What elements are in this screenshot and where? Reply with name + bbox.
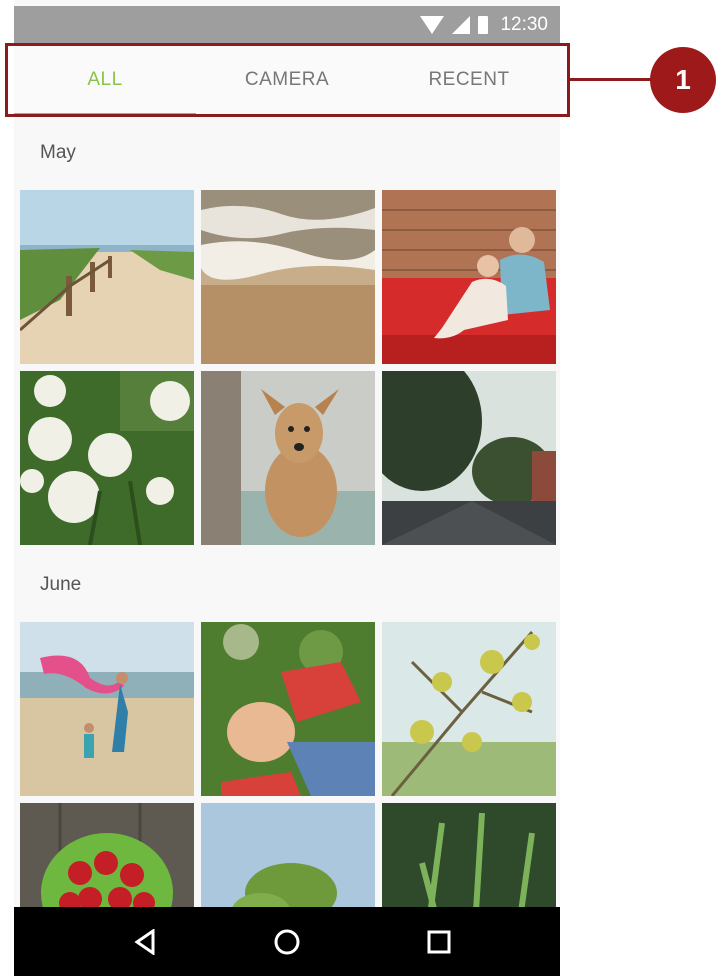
navigation-bar: [14, 907, 560, 976]
back-triangle-icon: [134, 928, 155, 955]
signal-icon: [452, 16, 471, 34]
callout-badge: 1: [650, 47, 716, 113]
photo-dog-portrait[interactable]: [201, 371, 375, 545]
photo-street-trees[interactable]: [382, 371, 556, 545]
photo-beach-scarf[interactable]: [20, 622, 194, 796]
status-icons: 12:30: [420, 6, 548, 44]
status-time: 12:30: [500, 14, 548, 35]
back-button[interactable]: [105, 907, 185, 976]
section-title-june: June: [40, 574, 82, 595]
photo-blossom-branch[interactable]: [382, 622, 556, 796]
recents-button[interactable]: [399, 907, 479, 976]
photo-mother-child-reading[interactable]: [382, 190, 556, 364]
status-bar: 12:30: [14, 6, 560, 44]
home-button[interactable]: [247, 907, 327, 976]
photo-ocean-waves[interactable]: [201, 190, 375, 364]
callout-connector-line: [570, 78, 656, 81]
photo-beach-path[interactable]: [20, 190, 194, 364]
recents-square-icon: [427, 930, 451, 953]
photo-grid-may: [20, 190, 556, 545]
photo-white-flowers[interactable]: [20, 371, 194, 545]
home-circle-icon: [274, 929, 300, 954]
battery-icon: [478, 16, 489, 34]
photo-child-in-grass[interactable]: [201, 622, 375, 796]
section-title-may: May: [40, 142, 76, 163]
phone-screen: 12:30 ALL CAMERA RECENT May June: [14, 0, 560, 976]
callout-highlight-box: [5, 43, 570, 117]
wifi-icon: [420, 16, 445, 34]
